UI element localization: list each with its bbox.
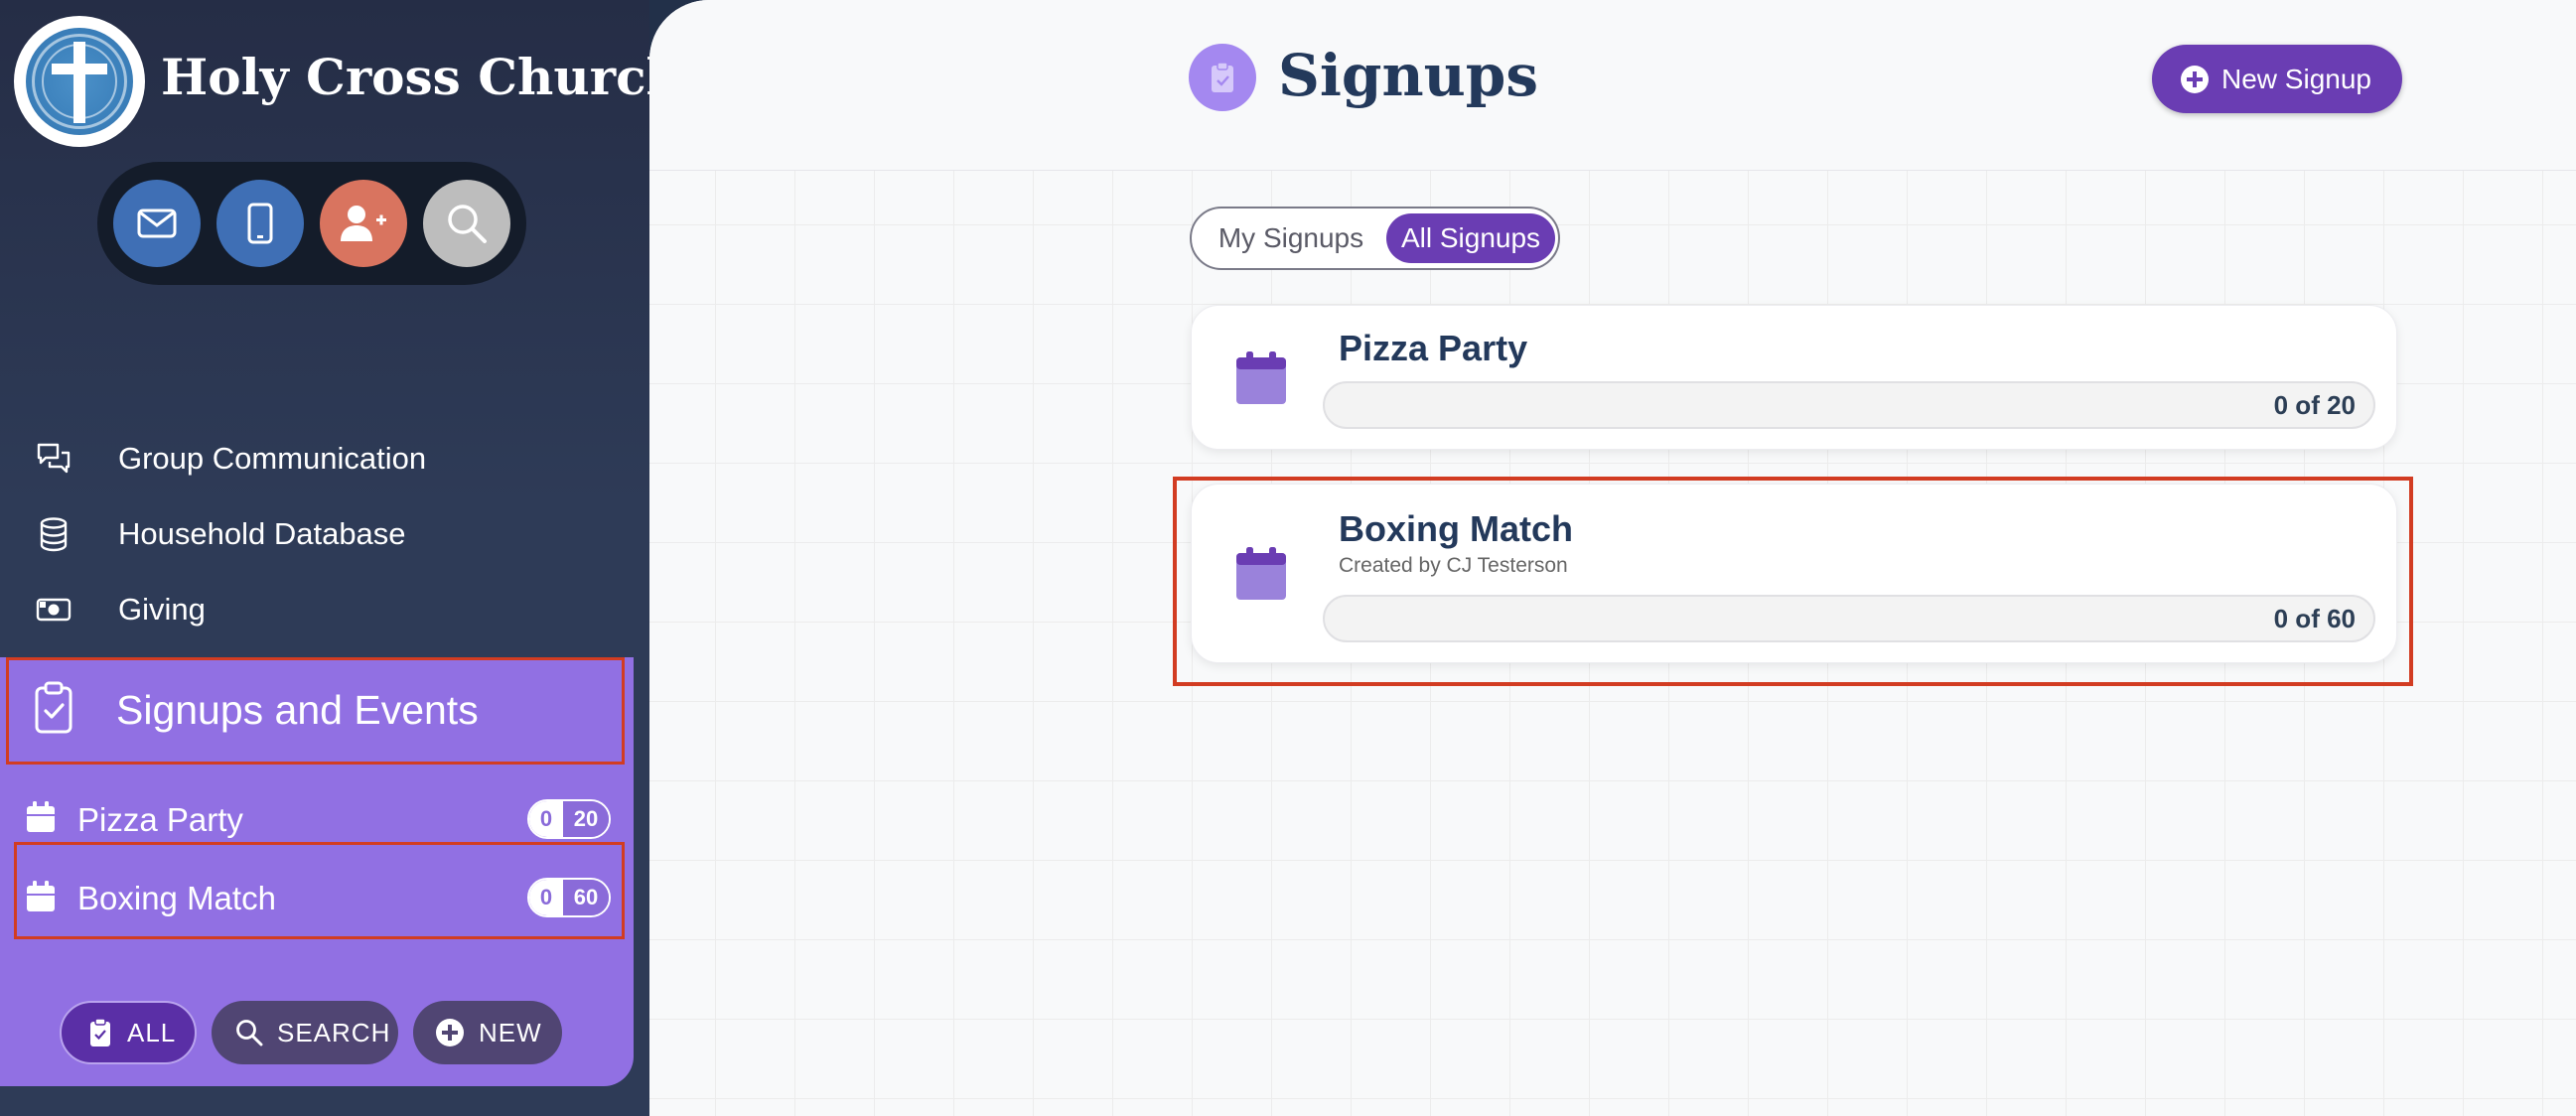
clipboard-icon (1189, 44, 1256, 111)
nav-household-database[interactable]: Household Database (0, 504, 636, 564)
sidebar-event-boxing-match[interactable]: Boxing Match 0 60 (0, 867, 634, 926)
signup-count-badge: 0 60 (527, 878, 611, 917)
signups-events-title: Signups and Events (116, 687, 479, 733)
app-title: Holy Cross Church (161, 48, 682, 106)
nav-label: Giving (118, 592, 206, 627)
selected-card-highlight (1173, 477, 2413, 686)
calendar-icon (27, 801, 55, 832)
envelope-icon (137, 209, 177, 238)
text-message-button[interactable] (216, 180, 304, 267)
nav-giving[interactable]: Giving (0, 580, 636, 639)
progress-text: 0 of 20 (2273, 390, 2356, 420)
page-header: Signups New Signup (649, 0, 2576, 171)
search-label: SEARCH (277, 1017, 391, 1047)
signup-filter-toggle: My Signups All Signups (1190, 207, 1560, 270)
plus-circle-icon (2181, 65, 2209, 93)
search-button[interactable] (423, 180, 510, 267)
all-signups-button[interactable]: ALL (60, 1001, 197, 1064)
add-user-icon (341, 206, 386, 241)
search-icon (236, 1020, 263, 1046)
clipboard-icon (90, 1018, 110, 1046)
main-content: Signups New Signup My Signups All Signup… (649, 0, 2576, 1116)
new-signup-button[interactable]: New Signup (2152, 45, 2402, 113)
chat-icon (37, 443, 71, 474)
phone-icon (247, 203, 273, 244)
signup-progress-bar: 0 of 20 (1323, 381, 2375, 429)
nav-group-communication[interactable]: Group Communication (0, 429, 636, 488)
plus-circle-icon (436, 1019, 464, 1046)
add-person-button[interactable] (320, 180, 407, 267)
calendar-icon (27, 881, 55, 911)
clipboard-check-icon (35, 681, 72, 734)
tab-my-signups[interactable]: My Signups (1200, 213, 1382, 263)
quick-actions-bar (97, 162, 526, 285)
email-button[interactable] (113, 180, 201, 267)
search-signups-button[interactable]: SEARCH (212, 1001, 398, 1064)
cross-logo-icon (26, 28, 133, 135)
money-icon (36, 598, 72, 622)
database-icon (40, 517, 68, 552)
page-title: Signups (1278, 42, 1539, 109)
new-signup-label: New Signup (2221, 63, 2371, 94)
tab-all-signups[interactable]: All Signups (1386, 213, 1555, 263)
church-logo[interactable] (14, 16, 145, 147)
calendar-icon (1236, 351, 1286, 404)
sidebar-event-label: Pizza Party (77, 801, 243, 838)
nav-label: Group Communication (118, 441, 427, 476)
nav-label: Household Database (118, 516, 406, 551)
all-label: ALL (127, 1017, 177, 1047)
sidebar-event-label: Boxing Match (77, 880, 276, 916)
signup-card-pizza-party[interactable]: Pizza Party 0 of 20 (1191, 305, 2397, 450)
signup-count-badge: 0 20 (527, 799, 611, 839)
sidebar: Holy Cross Church Group Communication Ho… (0, 0, 682, 1116)
sidebar-event-pizza-party[interactable]: Pizza Party 0 20 (0, 789, 634, 849)
new-signup-sidebar-button[interactable]: NEW (413, 1001, 562, 1064)
search-icon (448, 205, 487, 243)
signup-card-title: Pizza Party (1339, 328, 1528, 368)
new-label: NEW (479, 1017, 542, 1047)
